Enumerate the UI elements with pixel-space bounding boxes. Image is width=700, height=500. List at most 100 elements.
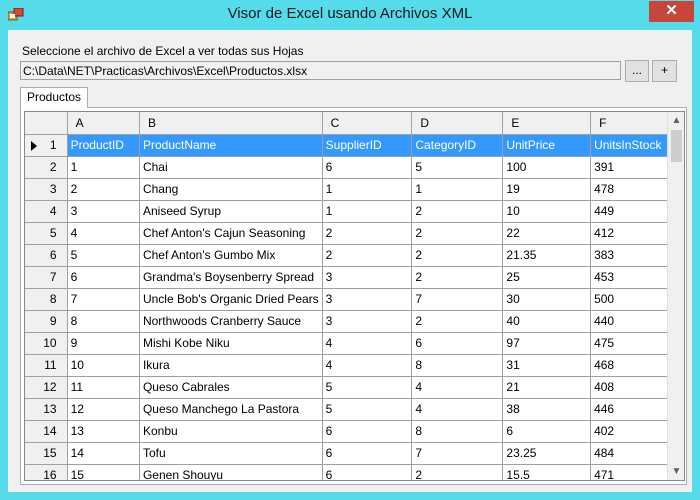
column-header-b[interactable]: B — [139, 112, 323, 135]
grid-cell[interactable]: 4 — [322, 354, 413, 377]
grid-cell[interactable]: 15 — [67, 464, 140, 480]
row-header[interactable]: 15 — [25, 442, 68, 465]
grid-cell[interactable]: 23.25 — [502, 442, 592, 465]
table-row[interactable]: 16 15 Genen Shouyu 6 2 15.5 471 — [25, 464, 684, 480]
grid-cell[interactable]: 3 — [322, 288, 413, 311]
grid-cell[interactable]: 30 — [502, 288, 592, 311]
column-header-a[interactable]: A — [67, 112, 140, 135]
grid-cell[interactable]: 4 — [411, 398, 504, 421]
table-row[interactable]: 3 2 Chang 1 1 19 478 — [25, 178, 684, 201]
grid-cell[interactable]: 6 — [322, 464, 413, 480]
grid-cell[interactable]: 1 — [322, 200, 413, 223]
grid-cell[interactable]: 1 — [411, 178, 504, 201]
grid-cell[interactable]: 8 — [411, 354, 504, 377]
grid-corner[interactable] — [25, 112, 68, 135]
grid-cell[interactable]: Mishi Kobe Niku — [139, 332, 323, 355]
grid-cell[interactable]: 2 — [411, 310, 504, 333]
table-row[interactable]: 1 ProductID ProductName SupplierID CategoryI… — [25, 134, 684, 157]
grid-cell[interactable]: 3 — [322, 266, 413, 289]
table-row[interactable]: 6 5 Chef Anton's Gumbo Mix 2 2 21.35 383 — [25, 244, 684, 267]
table-row[interactable]: 2 1 Chai 6 5 100 391 — [25, 156, 684, 179]
grid-cell[interactable]: 8 — [411, 420, 504, 443]
row-header[interactable]: 8 — [25, 288, 68, 311]
grid-cell[interactable]: 4 — [411, 376, 504, 399]
grid-cell[interactable]: ProductName — [139, 134, 323, 157]
grid-cell[interactable]: 11 — [67, 376, 140, 399]
grid-cell[interactable]: 12 — [67, 398, 140, 421]
grid-cell[interactable]: 9 — [67, 332, 140, 355]
table-row[interactable]: 15 14 Tofu 6 7 23.25 484 — [25, 442, 684, 465]
grid-cell[interactable]: 7 — [411, 442, 504, 465]
grid-cell[interactable]: Uncle Bob's Organic Dried Pears — [139, 288, 323, 311]
row-header[interactable]: 2 — [25, 156, 68, 179]
grid-cell[interactable]: 1 — [67, 156, 140, 179]
tab-productos[interactable]: Productos — [20, 87, 88, 108]
grid-cell[interactable]: 100 — [502, 156, 592, 179]
grid-cell[interactable]: 5 — [67, 244, 140, 267]
grid-cell[interactable]: 3 — [322, 310, 413, 333]
vertical-scrollbar[interactable]: ▲ ▼ — [667, 112, 684, 480]
grid-cell[interactable]: 22 — [502, 222, 592, 245]
grid-cell[interactable]: Chai — [139, 156, 323, 179]
grid-cell[interactable]: 5 — [322, 398, 413, 421]
close-button[interactable]: ✕ — [649, 1, 694, 22]
grid-cell[interactable]: 7 — [67, 288, 140, 311]
add-button[interactable]: + — [652, 60, 677, 82]
grid-cell[interactable]: Queso Cabrales — [139, 376, 323, 399]
table-row[interactable]: 8 7 Uncle Bob's Organic Dried Pears 3 7 30 500 — [25, 288, 684, 311]
grid-cell[interactable]: Chang — [139, 178, 323, 201]
grid-cell[interactable]: 8 — [67, 310, 140, 333]
grid-cell[interactable]: Chef Anton's Gumbo Mix — [139, 244, 323, 267]
grid-cell[interactable]: 10 — [67, 354, 140, 377]
grid-cell[interactable]: 25 — [502, 266, 592, 289]
table-row[interactable]: 7 6 Grandma's Boysenberry Spread 3 2 25 453 — [25, 266, 684, 289]
grid-cell[interactable]: 6 — [322, 420, 413, 443]
file-path-input[interactable] — [20, 61, 621, 80]
grid-cell[interactable]: UnitPrice — [502, 134, 592, 157]
table-row[interactable]: 10 9 Mishi Kobe Niku 4 6 97 475 — [25, 332, 684, 355]
table-row[interactable]: 11 10 Ikura 4 8 31 468 — [25, 354, 684, 377]
grid-cell[interactable]: Konbu — [139, 420, 323, 443]
table-row[interactable]: 13 12 Queso Manchego La Pastora 5 4 38 446 — [25, 398, 684, 421]
grid-cell[interactable]: 6 — [411, 332, 504, 355]
grid-cell[interactable]: Tofu — [139, 442, 323, 465]
grid-cell[interactable]: Northwoods Cranberry Sauce — [139, 310, 323, 333]
table-row[interactable]: 12 11 Queso Cabrales 5 4 21 408 — [25, 376, 684, 399]
grid-cell[interactable]: Aniseed Syrup — [139, 200, 323, 223]
grid-cell[interactable]: 2 — [67, 178, 140, 201]
column-header-c[interactable]: C — [322, 112, 413, 135]
grid-cell[interactable]: 13 — [67, 420, 140, 443]
grid-cell[interactable]: CategoryID — [411, 134, 504, 157]
grid-cell[interactable]: 14 — [67, 442, 140, 465]
browse-button[interactable]: ... — [625, 60, 649, 82]
grid-cell[interactable]: 1 — [322, 178, 413, 201]
data-grid[interactable]: A B C D E F 1 ProductID ProductName SupplierID Cat… — [24, 111, 685, 481]
row-header[interactable]: 14 — [25, 420, 68, 443]
grid-cell[interactable]: Genen Shouyu — [139, 464, 323, 480]
row-header[interactable]: 12 — [25, 376, 68, 399]
grid-cell[interactable]: 2 — [411, 464, 504, 480]
row-header[interactable]: 11 — [25, 354, 68, 377]
table-row[interactable]: 9 8 Northwoods Cranberry Sauce 3 2 40 440 — [25, 310, 684, 333]
grid-cell[interactable]: 3 — [67, 200, 140, 223]
grid-cell[interactable]: ProductID — [67, 134, 140, 157]
grid-cell[interactable]: 2 — [411, 244, 504, 267]
grid-cell[interactable]: 6 — [67, 266, 140, 289]
grid-cell[interactable]: 2 — [411, 266, 504, 289]
row-header[interactable]: 10 — [25, 332, 68, 355]
row-header[interactable]: 1 — [25, 134, 68, 157]
grid-cell[interactable]: Queso Manchego La Pastora — [139, 398, 323, 421]
grid-cell[interactable]: 2 — [322, 222, 413, 245]
table-row[interactable]: 4 3 Aniseed Syrup 1 2 10 449 — [25, 200, 684, 223]
grid-cell[interactable]: 4 — [67, 222, 140, 245]
grid-cell[interactable]: 2 — [411, 200, 504, 223]
grid-cell[interactable]: 5 — [411, 156, 504, 179]
grid-cell[interactable]: 6 — [322, 442, 413, 465]
scroll-up-icon[interactable]: ▲ — [668, 112, 684, 129]
grid-cell[interactable]: 21.35 — [502, 244, 592, 267]
row-header[interactable]: 5 — [25, 222, 68, 245]
grid-cell[interactable]: 10 — [502, 200, 592, 223]
grid-cell[interactable]: Grandma's Boysenberry Spread — [139, 266, 323, 289]
grid-cell[interactable]: 7 — [411, 288, 504, 311]
scroll-thumb[interactable] — [671, 130, 682, 162]
